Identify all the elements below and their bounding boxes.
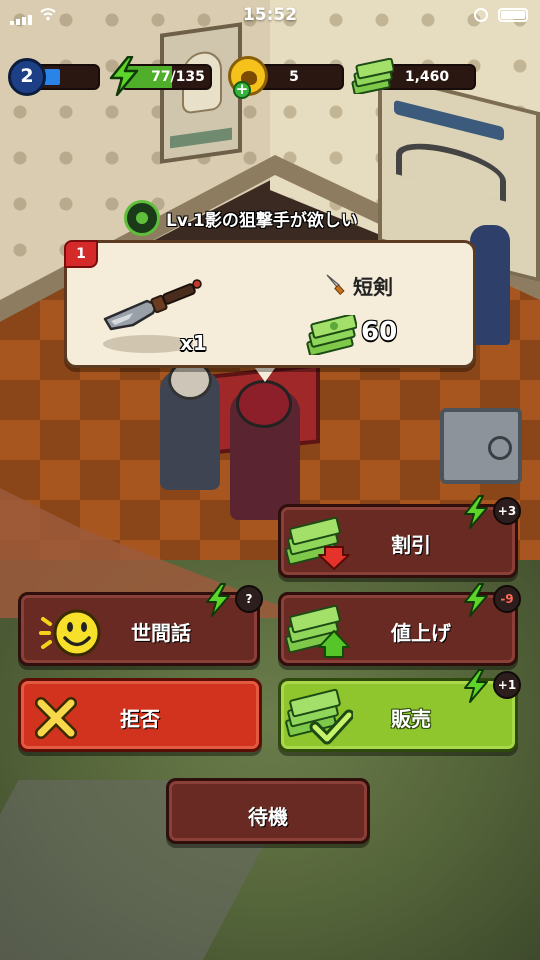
dagger-category-icon (326, 274, 345, 296)
reject-button[interactable]: 拒否 (18, 678, 262, 752)
small-talk-label: 世間話 (131, 621, 191, 645)
discount-label: 割引 (391, 533, 431, 557)
sell-cost-badge: +1 (493, 671, 521, 699)
paw-coin-icon[interactable]: + (228, 56, 268, 99)
target-icon (124, 200, 160, 236)
safe-dial (488, 436, 512, 460)
cash-arrow-up-icon (285, 604, 350, 658)
sell-button[interactable]: 販売 +1 (278, 669, 521, 752)
customer-request: Lv.1影の狙撃手が欲しい (124, 200, 358, 236)
armor-mannequin (470, 225, 510, 345)
wait-button[interactable]: 待機 (166, 778, 370, 844)
small-talk-cost-badge: ? (235, 585, 263, 613)
energy-bolt-icon (109, 56, 139, 96)
request-text: Lv.1影の狙撃手が欲しい (166, 210, 358, 231)
add-paw-icon[interactable]: + (233, 81, 251, 99)
sell-label: 販売 (391, 707, 431, 731)
raise-price-cost-badge: -9 (493, 585, 521, 613)
item-price: 60 (361, 317, 398, 347)
discount-button[interactable]: 割引 +3 (278, 495, 521, 578)
price-cash-icon (306, 315, 357, 355)
discount-cost-badge: +3 (493, 497, 521, 525)
slot-badge: 1 (64, 240, 98, 268)
energy-bolt-icon (206, 583, 230, 617)
raise-price-button[interactable]: 値上げ -9 (278, 583, 521, 666)
item-quantity: x1 (180, 331, 207, 355)
dagger-icon (103, 279, 202, 331)
wanted-poster (160, 22, 242, 164)
small-talk-button[interactable]: 世間話 ? (18, 583, 263, 666)
cash-value: 1,460 (404, 69, 450, 85)
status-bar: 15:52 (0, 0, 540, 30)
rotation-lock-icon (474, 8, 488, 22)
raise-price-label: 値上げ (391, 621, 451, 645)
cash-arrow-down-icon (285, 516, 350, 570)
reject-label: 拒否 (120, 707, 160, 731)
battery-icon (498, 8, 528, 22)
cash-stack-icon (351, 58, 394, 94)
paw-value: 5 (289, 69, 299, 85)
energy-bolt-icon (464, 583, 488, 617)
poster-bounty-bar (170, 127, 232, 149)
energy-bolt-icon (464, 669, 488, 703)
item-offer-bubble[interactable]: 1 x1 短剣 60 (64, 240, 476, 368)
customer-head (236, 380, 292, 428)
level-progress-fill (44, 69, 60, 85)
rack-bow (396, 134, 506, 202)
smiley-icon (39, 609, 101, 657)
status-time: 15:52 (242, 5, 298, 25)
cash-check-icon (285, 688, 353, 745)
level-badge[interactable]: 2 (8, 58, 46, 96)
item-category: 短剣 (353, 275, 393, 299)
energy-bolt-icon (464, 495, 488, 529)
safe-box (440, 408, 522, 484)
rack-gun (394, 99, 504, 142)
wait-label: 待機 (248, 805, 288, 829)
